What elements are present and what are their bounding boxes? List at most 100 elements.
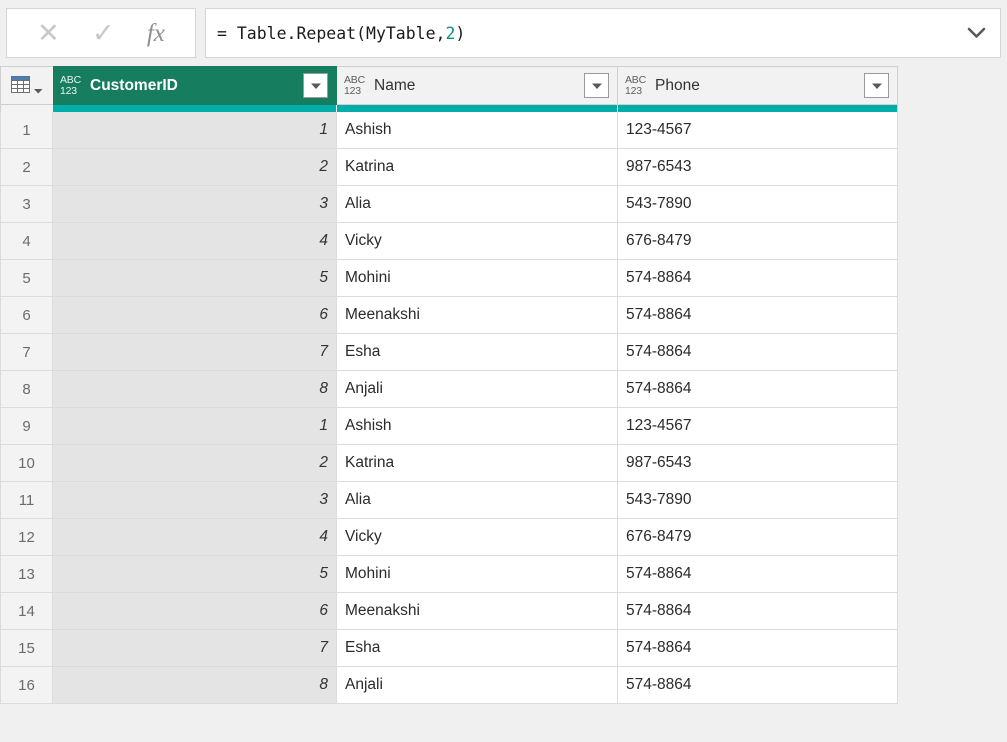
row-number[interactable]: 8	[0, 371, 53, 408]
cell-customerid[interactable]: 5	[53, 260, 337, 297]
type-abc123-icon: ABC 123	[625, 75, 646, 97]
quality-bar-phone	[618, 105, 898, 112]
cell-customerid[interactable]: 7	[53, 630, 337, 667]
commit-icon[interactable]: ✓	[92, 20, 115, 47]
cell-phone[interactable]: 676-8479	[618, 519, 898, 556]
cell-customerid[interactable]: 8	[53, 667, 337, 704]
table-row[interactable]: 77Esha574-8864	[0, 334, 898, 371]
cell-name[interactable]: Ashish	[337, 112, 618, 149]
cell-customerid[interactable]: 1	[53, 408, 337, 445]
cell-name[interactable]: Katrina	[337, 149, 618, 186]
cell-phone[interactable]: 574-8864	[618, 260, 898, 297]
row-number[interactable]: 3	[0, 186, 53, 223]
table-row[interactable]: 55Mohini574-8864	[0, 260, 898, 297]
cell-customerid[interactable]: 2	[53, 149, 337, 186]
formula-number-literal: 2	[445, 24, 455, 43]
cell-phone[interactable]: 574-8864	[618, 334, 898, 371]
select-all-columns-button[interactable]	[0, 66, 53, 105]
formula-input[interactable]: = Table.Repeat(MyTable,2)	[205, 8, 1001, 58]
table-row[interactable]: 33Alia543-7890	[0, 186, 898, 223]
cell-phone[interactable]: 987-6543	[618, 445, 898, 482]
table-row[interactable]: 44Vicky676-8479	[0, 223, 898, 260]
cell-phone[interactable]: 574-8864	[618, 297, 898, 334]
cell-phone[interactable]: 123-4567	[618, 408, 898, 445]
cell-name[interactable]: Esha	[337, 334, 618, 371]
table-row[interactable]: 91Ashish123-4567	[0, 408, 898, 445]
cell-customerid[interactable]: 3	[53, 482, 337, 519]
cell-name[interactable]: Meenakshi	[337, 593, 618, 630]
cell-customerid[interactable]: 6	[53, 297, 337, 334]
cell-phone[interactable]: 574-8864	[618, 371, 898, 408]
cell-name[interactable]: Mohini	[337, 260, 618, 297]
formula-prefix: = Table.Repeat(MyTable,	[217, 24, 445, 43]
cell-customerid[interactable]: 4	[53, 519, 337, 556]
column-filter-button-customerid[interactable]	[303, 73, 328, 98]
cell-customerid[interactable]: 6	[53, 593, 337, 630]
row-number[interactable]: 1	[0, 112, 53, 149]
column-header-phone[interactable]: ABC 123 Phone	[618, 66, 898, 105]
type-icon-line2: 123	[60, 85, 77, 97]
cell-customerid[interactable]: 8	[53, 371, 337, 408]
table-row[interactable]: 66Meenakshi574-8864	[0, 297, 898, 334]
cell-name[interactable]: Alia	[337, 186, 618, 223]
cell-name[interactable]: Vicky	[337, 223, 618, 260]
cell-customerid[interactable]: 1	[53, 112, 337, 149]
table-row[interactable]: 88Anjali574-8864	[0, 371, 898, 408]
table-row[interactable]: 168Anjali574-8864	[0, 667, 898, 704]
table-row[interactable]: 102Katrina987-6543	[0, 445, 898, 482]
cell-phone[interactable]: 676-8479	[618, 223, 898, 260]
cell-phone[interactable]: 574-8864	[618, 593, 898, 630]
column-header-customerid[interactable]: ABC 123 CustomerID	[53, 66, 337, 105]
cell-customerid[interactable]: 5	[53, 556, 337, 593]
column-filter-button-name[interactable]	[584, 73, 609, 98]
cell-phone[interactable]: 574-8864	[618, 630, 898, 667]
row-number[interactable]: 10	[0, 445, 53, 482]
row-number[interactable]: 5	[0, 260, 53, 297]
table-row[interactable]: 22Katrina987-6543	[0, 149, 898, 186]
table-row[interactable]: 11Ashish123-4567	[0, 112, 898, 149]
cell-name[interactable]: Anjali	[337, 667, 618, 704]
cell-phone[interactable]: 987-6543	[618, 149, 898, 186]
column-header-label: Name	[374, 77, 584, 95]
row-number[interactable]: 14	[0, 593, 53, 630]
cell-customerid[interactable]: 2	[53, 445, 337, 482]
row-number[interactable]: 13	[0, 556, 53, 593]
cell-name[interactable]: Alia	[337, 482, 618, 519]
table-row[interactable]: 157Esha574-8864	[0, 630, 898, 667]
cell-phone[interactable]: 574-8864	[618, 556, 898, 593]
cell-name[interactable]: Meenakshi	[337, 297, 618, 334]
cell-customerid[interactable]: 7	[53, 334, 337, 371]
cell-phone[interactable]: 543-7890	[618, 186, 898, 223]
quality-bar-customerid	[53, 105, 337, 112]
table-row[interactable]: 124Vicky676-8479	[0, 519, 898, 556]
cell-name[interactable]: Ashish	[337, 408, 618, 445]
table-row[interactable]: 146Meenakshi574-8864	[0, 593, 898, 630]
row-number[interactable]: 11	[0, 482, 53, 519]
row-number[interactable]: 6	[0, 297, 53, 334]
row-number[interactable]: 15	[0, 630, 53, 667]
function-icon[interactable]: fx	[147, 21, 165, 46]
table-row[interactable]: 135Mohini574-8864	[0, 556, 898, 593]
row-number[interactable]: 16	[0, 667, 53, 704]
column-filter-button-phone[interactable]	[864, 73, 889, 98]
cell-name[interactable]: Anjali	[337, 371, 618, 408]
cell-name[interactable]: Katrina	[337, 445, 618, 482]
row-number[interactable]: 9	[0, 408, 53, 445]
table-row[interactable]: 113Alia543-7890	[0, 482, 898, 519]
cell-phone[interactable]: 543-7890	[618, 482, 898, 519]
cell-phone[interactable]: 574-8864	[618, 667, 898, 704]
column-header-name[interactable]: ABC 123 Name	[337, 66, 618, 105]
row-number[interactable]: 12	[0, 519, 53, 556]
cell-phone[interactable]: 123-4567	[618, 112, 898, 149]
type-abc123-icon: ABC 123	[60, 75, 81, 97]
row-number[interactable]: 7	[0, 334, 53, 371]
cell-customerid[interactable]: 4	[53, 223, 337, 260]
cell-name[interactable]: Esha	[337, 630, 618, 667]
row-number[interactable]: 4	[0, 223, 53, 260]
chevron-down-icon[interactable]	[966, 23, 986, 43]
cell-customerid[interactable]: 3	[53, 186, 337, 223]
cancel-icon[interactable]: ✕	[37, 20, 60, 47]
cell-name[interactable]: Mohini	[337, 556, 618, 593]
row-number[interactable]: 2	[0, 149, 53, 186]
cell-name[interactable]: Vicky	[337, 519, 618, 556]
